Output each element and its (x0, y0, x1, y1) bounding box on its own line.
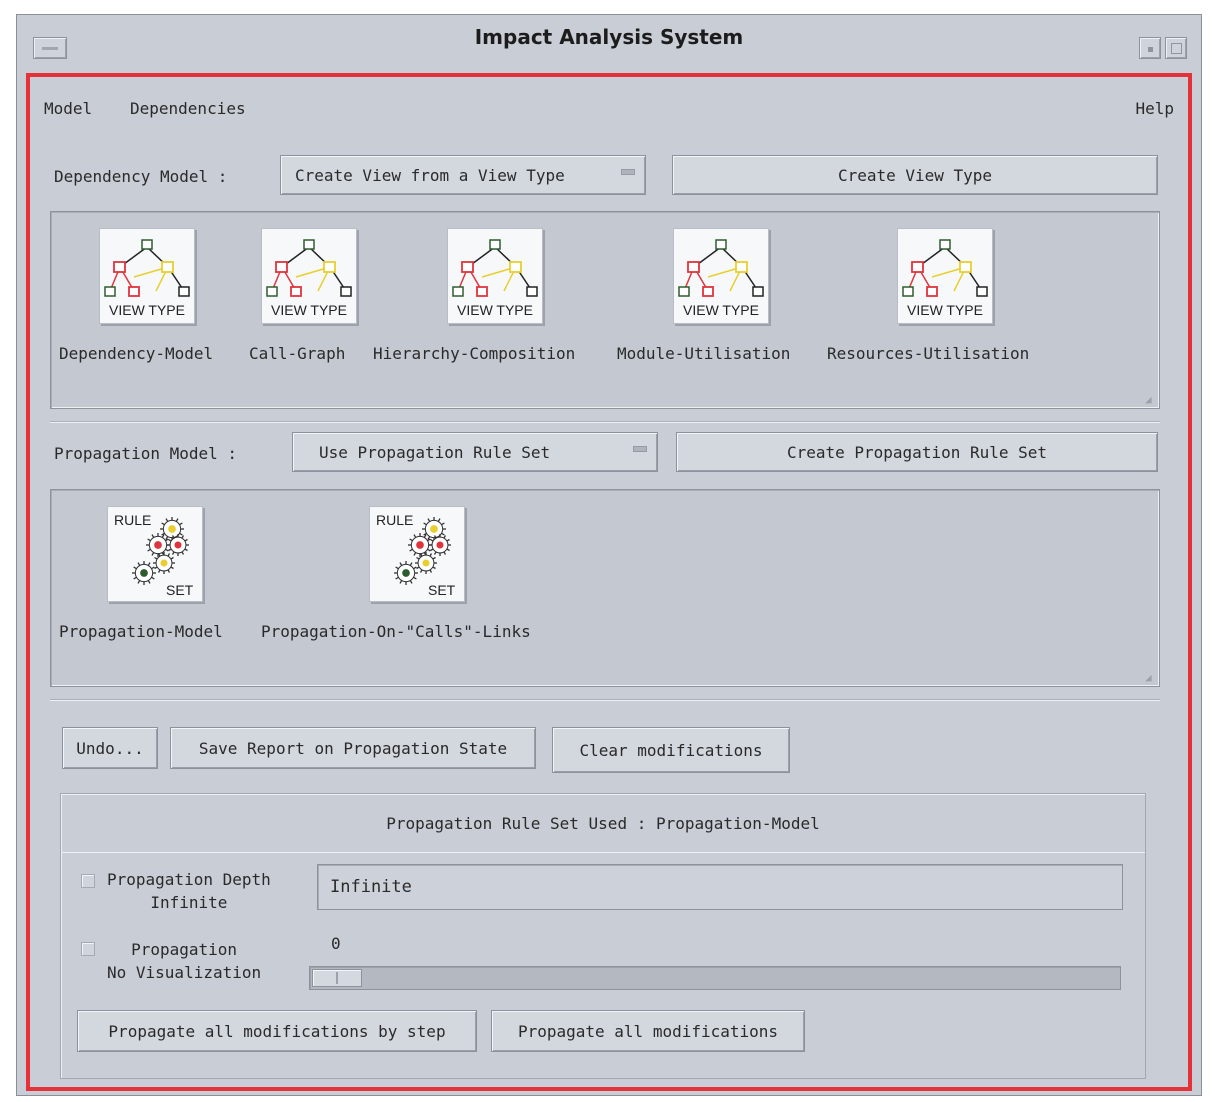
svg-text:VIEW TYPE: VIEW TYPE (109, 302, 185, 318)
rule-set-gears-icon[interactable]: RULE SET (107, 506, 203, 602)
propagate-all-button[interactable]: Propagate all modifications (491, 1010, 805, 1052)
view-type-graph-icon[interactable]: VIEW TYPE (897, 228, 993, 324)
window-menu-button[interactable] (33, 37, 67, 59)
propagation-depth-label-line2: Infinite (150, 893, 228, 912)
propagation-model-option-menu[interactable]: Use Propagation Rule Set (292, 432, 658, 472)
resize-handle-icon[interactable]: ◢ (1145, 672, 1157, 684)
svg-text:RULE: RULE (376, 512, 413, 528)
propagation-visualization-label-line2: No Visualization (107, 963, 262, 982)
view-type-label[interactable]: Dependency-Model (59, 344, 213, 363)
rule-set-panel: RULE SET Propagation-Model RULE SET Propagati… (50, 489, 1160, 687)
propagation-depth-checkbox[interactable] (81, 874, 95, 888)
highlight-frame: Model Dependencies Help Dependency Model… (26, 73, 1192, 1091)
svg-text:RULE: RULE (114, 512, 151, 528)
propagation-status-group: Propagation Rule Set Used : Propagation-… (60, 793, 1146, 1079)
menu-dependencies[interactable]: Dependencies (130, 99, 246, 118)
separator (50, 421, 1160, 423)
propagation-depth-label-line1: Propagation Depth (107, 870, 271, 889)
propagation-model-option-value: Use Propagation Rule Set (319, 443, 551, 462)
propagation-slider[interactable] (309, 966, 1121, 990)
propagation-depth-label: Propagation Depth Infinite (107, 868, 271, 914)
undo-button[interactable]: Undo... (62, 727, 158, 769)
clear-modifications-button[interactable]: Clear modifications (552, 727, 790, 773)
rule-set-label[interactable]: Propagation-Model (59, 622, 223, 641)
minimize-icon (1148, 47, 1153, 52)
svg-text:VIEW TYPE: VIEW TYPE (907, 302, 983, 318)
resize-handle-icon[interactable]: ◢ (1145, 394, 1157, 406)
svg-text:SET: SET (166, 582, 194, 598)
main-window: Impact Analysis System Model Dependencie… (16, 14, 1202, 1096)
create-view-type-button[interactable]: Create View Type (672, 155, 1158, 195)
create-propagation-rule-set-button[interactable]: Create Propagation Rule Set (676, 432, 1158, 472)
propagation-depth-field[interactable]: Infinite (317, 864, 1123, 910)
view-type-graph-icon[interactable]: VIEW TYPE (673, 228, 769, 324)
slider-value-readout: 0 (331, 934, 341, 953)
separator (50, 699, 1160, 701)
view-type-label[interactable]: Hierarchy-Composition (373, 344, 575, 363)
window-title: Impact Analysis System (474, 25, 744, 49)
svg-text:VIEW TYPE: VIEW TYPE (457, 302, 533, 318)
rule-set-label[interactable]: Propagation-On-"Calls"-Links (261, 622, 531, 641)
rule-set-used-label: Propagation Rule Set Used : Propagation-… (386, 814, 820, 833)
dependency-model-option-menu[interactable]: Create View from a View Type (280, 155, 646, 195)
view-type-label[interactable]: Call-Graph (249, 344, 345, 363)
view-type-graph-icon[interactable]: VIEW TYPE (447, 228, 543, 324)
propagation-model-label: Propagation Model : (54, 444, 238, 463)
menu-help[interactable]: Help (1135, 99, 1174, 118)
maximize-button[interactable] (1165, 37, 1187, 59)
option-menu-indicator-icon (633, 446, 647, 452)
svg-text:SET: SET (428, 582, 456, 598)
view-type-graph-icon[interactable]: VIEW TYPE (99, 228, 195, 324)
rule-set-gears-icon[interactable]: RULE SET (369, 506, 465, 602)
propagation-visualization-label: Propagation No Visualization (107, 938, 261, 984)
svg-text:VIEW TYPE: VIEW TYPE (271, 302, 347, 318)
view-type-label[interactable]: Module-Utilisation (617, 344, 790, 363)
menu-model[interactable]: Model (44, 99, 92, 118)
propagate-by-step-button[interactable]: Propagate all modifications by step (77, 1010, 477, 1052)
propagation-visualization-label-line1: Propagation (131, 940, 238, 959)
maximize-icon (1171, 43, 1182, 54)
save-report-button[interactable]: Save Report on Propagation State (170, 727, 536, 769)
separator (61, 852, 1145, 853)
view-type-label[interactable]: Resources-Utilisation (827, 344, 1029, 363)
slider-grip-icon (336, 972, 338, 984)
minimize-button[interactable] (1139, 37, 1161, 59)
view-type-panel: VIEW TYPE Dependency-Model VIEW TYPE Call-G… (50, 211, 1160, 409)
option-menu-indicator-icon (621, 169, 635, 175)
svg-text:VIEW TYPE: VIEW TYPE (683, 302, 759, 318)
menu-bar: Model Dependencies Help (44, 99, 1174, 123)
propagation-visualization-checkbox[interactable] (81, 942, 95, 956)
dependency-model-option-value: Create View from a View Type (295, 166, 565, 185)
title-bar[interactable]: Impact Analysis System (17, 15, 1201, 73)
dependency-model-label: Dependency Model : (54, 167, 228, 186)
slider-thumb[interactable] (312, 969, 362, 987)
view-type-graph-icon[interactable]: VIEW TYPE (261, 228, 357, 324)
window-menu-icon (42, 47, 58, 50)
